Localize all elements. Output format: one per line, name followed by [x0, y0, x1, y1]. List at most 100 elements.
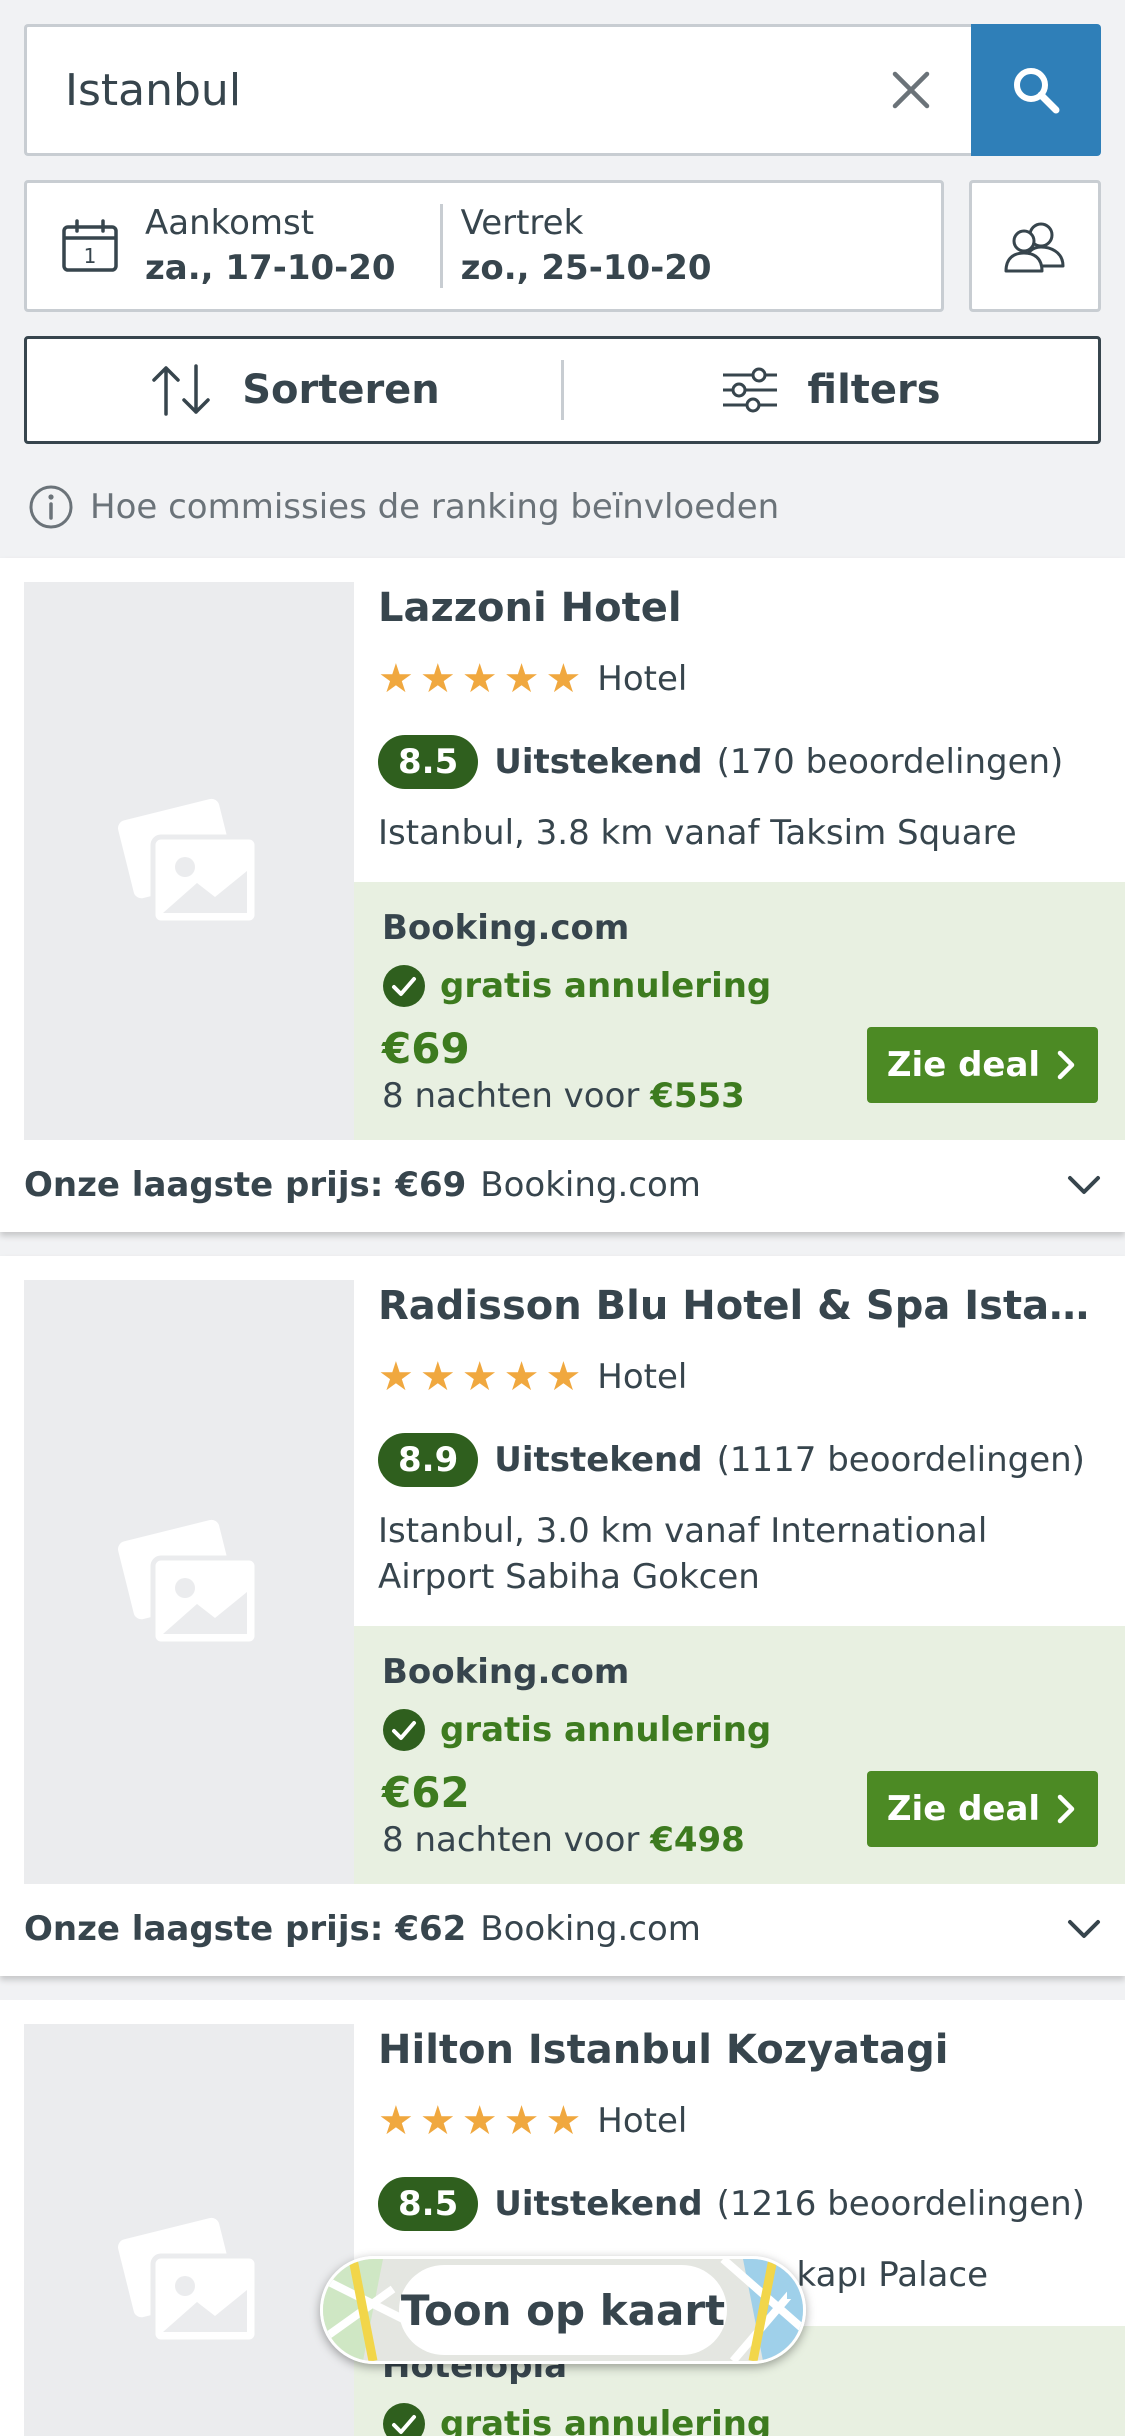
star-icon: ★ [419, 656, 456, 702]
rating-word: Uitstekend [494, 2184, 703, 2224]
view-deal-label: Zie deal [886, 1789, 1041, 1829]
sliders-icon [723, 367, 778, 413]
calendar-icon: 1 [62, 219, 118, 272]
star-icon: ★ [503, 2098, 540, 2144]
star-icon: ★ [545, 1354, 582, 1400]
info-text: Hoe commissies de ranking beïnvloeden [90, 487, 780, 527]
free-cancellation-text: gratis annulering [440, 2404, 772, 2436]
image-placeholder-icon [118, 798, 260, 926]
star-icon: ★ [378, 2098, 414, 2144]
hotel-card[interactable]: Hilton Istanbul Kozyatagi ★ ★ ★ ★ ★ Hote… [0, 2000, 1125, 2436]
ranking-info-link[interactable]: Hoe commissies de ranking beïnvloeden [28, 484, 779, 530]
hotel-type: Hotel [597, 659, 688, 699]
date-picker[interactable]: 1 Aankomst za., 17-10-20 Vertrek zo., 25… [24, 180, 944, 312]
hotel-type: Hotel [597, 2101, 688, 2141]
rating-badge: 8.5 [378, 2177, 479, 2231]
close-icon [892, 71, 930, 109]
svg-text:1: 1 [84, 244, 97, 268]
sort-arrows-icon [152, 364, 210, 416]
nights-text: 8 nachten voor [382, 1820, 640, 1860]
sort-filter-bar: Sorteren filters [24, 336, 1101, 444]
hotel-card[interactable]: Lazzoni Hotel ★ ★ ★ ★ ★ Hotel 8.5 Uitste… [0, 558, 1125, 1232]
hotel-name[interactable]: Lazzoni Hotel [378, 582, 1098, 634]
chevron-down-icon[interactable] [1067, 1174, 1101, 1196]
nightly-price: €69 [382, 1024, 470, 1073]
search-query: Istanbul [65, 64, 242, 116]
star-icon: ★ [378, 1354, 414, 1400]
hotel-stars: ★ ★ ★ ★ ★ Hotel [378, 1352, 687, 1402]
arrival-value: za., 17-10-20 [145, 248, 396, 288]
star-icon: ★ [545, 2098, 582, 2144]
check-circle-icon [383, 2403, 425, 2436]
hotel-rating: 8.5 Uitstekend (170 beoordelingen) [378, 734, 1063, 790]
star-icon: ★ [461, 2098, 498, 2144]
hotel-type: Hotel [597, 1357, 688, 1397]
lowest-price-row[interactable]: Onze laagste prijs: €62 Booking.com [24, 1907, 1101, 1951]
search-input[interactable]: Istanbul [24, 24, 971, 156]
hotel-photo-placeholder[interactable] [24, 582, 354, 1140]
review-count: (1216 beoordelingen) [716, 2184, 1085, 2224]
free-cancellation-text: gratis annulering [440, 966, 772, 1006]
free-cancellation-text: gratis annulering [440, 1710, 772, 1750]
free-cancellation: gratis annulering [382, 964, 771, 1008]
hotel-rating: 8.9 Uitstekend (1117 beoordelingen) [378, 1432, 1085, 1488]
star-icon: ★ [461, 656, 498, 702]
deal-box[interactable]: Booking.com gratis annulering €69 8 nach… [354, 882, 1125, 1140]
hotel-stars: ★ ★ ★ ★ ★ Hotel [378, 2096, 687, 2146]
departure-date[interactable]: Vertrek zo., 25-10-20 [461, 201, 712, 291]
deal-provider: Booking.com [382, 1652, 630, 1692]
check-circle-icon [383, 965, 425, 1007]
nightly-price: €62 [382, 1768, 470, 1817]
hotel-name[interactable]: Hilton Istanbul Kozyatagi [378, 2024, 1098, 2076]
star-icon: ★ [545, 656, 582, 702]
show-on-map-button[interactable]: Toon op kaart [320, 2256, 806, 2364]
arrival-label: Aankomst [145, 203, 315, 243]
star-icon: ★ [419, 2098, 456, 2144]
hotel-photo-placeholder[interactable] [24, 2024, 354, 2436]
show-on-map-label: Toon op kaart [399, 2265, 727, 2355]
lowest-price-value: €62 [395, 1909, 467, 1949]
hotel-location: Istanbul, 3.0 km vanaf International Air… [378, 1511, 988, 1597]
deal-provider: Booking.com [382, 908, 630, 948]
star-icon: ★ [503, 1354, 540, 1400]
search-icon [1014, 68, 1060, 114]
hotel-card[interactable]: Radisson Blu Hotel & Spa Istanbul ... ★ … [0, 1256, 1125, 1976]
filters-button[interactable]: filters [564, 339, 1098, 441]
total-price: €498 [650, 1820, 745, 1860]
chevron-down-icon[interactable] [1067, 1918, 1101, 1940]
info-icon [29, 485, 73, 529]
sort-button[interactable]: Sorteren [27, 339, 561, 441]
sort-label: Sorteren [242, 367, 440, 413]
hotel-name[interactable]: Radisson Blu Hotel & Spa Istanbul ... [378, 1280, 1098, 1332]
clear-search-button[interactable] [851, 27, 971, 153]
hotel-photo-placeholder[interactable] [24, 1280, 354, 1884]
total-price-line: 8 nachten voor €498 [382, 1818, 745, 1862]
lowest-price-label: Onze laagste prijs: [24, 1909, 384, 1949]
chevron-right-icon [1057, 1050, 1075, 1080]
departure-value: zo., 25-10-20 [460, 248, 712, 288]
lowest-price-provider: Booking.com [480, 1909, 701, 1949]
rating-word: Uitstekend [494, 742, 703, 782]
search-bar: Istanbul [24, 24, 1101, 156]
deal-box[interactable]: Booking.com gratis annulering €62 8 nach… [354, 1626, 1125, 1884]
view-deal-button[interactable]: Zie deal [867, 1027, 1098, 1103]
lowest-price-label: Onze laagste prijs: [24, 1165, 384, 1205]
image-placeholder-icon [118, 1519, 260, 1647]
chevron-right-icon [1057, 1794, 1075, 1824]
free-cancellation: gratis annulering [382, 2402, 771, 2436]
view-deal-button[interactable]: Zie deal [867, 1771, 1098, 1847]
rating-badge: 8.9 [378, 1433, 479, 1487]
search-button[interactable] [971, 24, 1101, 156]
rating-word: Uitstekend [494, 1440, 703, 1480]
guests-icon [1004, 222, 1065, 273]
rating-badge: 8.5 [378, 735, 479, 789]
review-count: (1117 beoordelingen) [716, 1440, 1085, 1480]
lowest-price-provider: Booking.com [480, 1165, 701, 1205]
departure-label: Vertrek [460, 203, 584, 243]
check-circle-icon [383, 1709, 425, 1751]
view-deal-label: Zie deal [886, 1045, 1041, 1085]
lowest-price-row[interactable]: Onze laagste prijs: €69 Booking.com [24, 1163, 1101, 1207]
lowest-price-value: €69 [395, 1165, 467, 1205]
guests-button[interactable] [969, 180, 1101, 312]
arrival-date[interactable]: Aankomst za., 17-10-20 [145, 201, 396, 291]
